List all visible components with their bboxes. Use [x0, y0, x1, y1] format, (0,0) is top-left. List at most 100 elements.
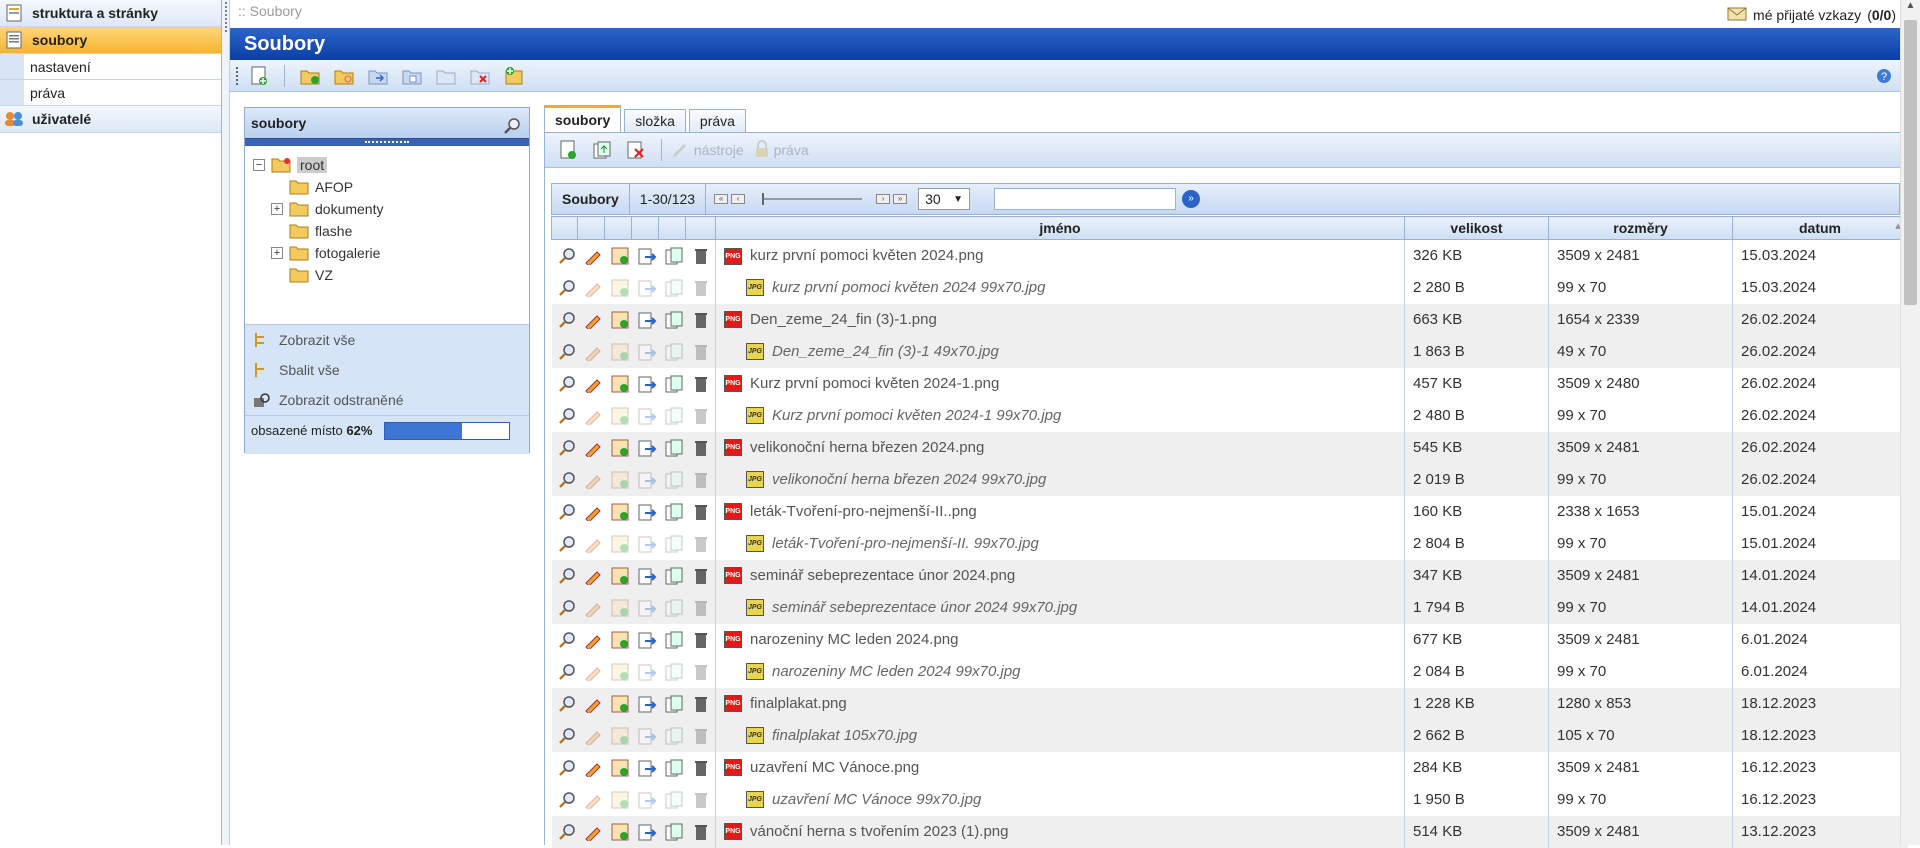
copy-icon[interactable] [663, 469, 685, 491]
scrollbar-thumb[interactable] [1904, 20, 1917, 305]
trash-icon[interactable] [690, 277, 712, 299]
edit-icon[interactable] [582, 501, 604, 523]
trash-icon[interactable] [690, 405, 712, 427]
preview-icon[interactable] [556, 373, 578, 395]
file-name-cell[interactable]: JPG kurz první pomoci květen 2024 99x70.j… [715, 271, 1405, 304]
folder-copy-icon[interactable] [401, 65, 423, 87]
tools-button[interactable]: nástroje [670, 140, 744, 161]
prev-page-icon[interactable]: ‹ [731, 194, 746, 204]
preview-icon[interactable] [556, 533, 578, 555]
trash-icon[interactable] [690, 437, 712, 459]
file-name-cell[interactable]: PNG Den_zeme_24_fin (3)-1.png [715, 303, 1405, 336]
image-edit-icon[interactable] [609, 661, 631, 683]
edit-icon[interactable] [582, 309, 604, 331]
trash-icon[interactable] [690, 789, 712, 811]
move-icon[interactable] [636, 373, 658, 395]
table-row[interactable]: PNG kurz první pomoci květen 2024.png 326 … [552, 239, 1908, 272]
move-icon[interactable] [636, 757, 658, 779]
image-edit-icon[interactable] [609, 629, 631, 651]
folder-up-icon[interactable] [435, 65, 457, 87]
trash-icon[interactable] [690, 725, 712, 747]
edit-icon[interactable] [582, 373, 604, 395]
image-edit-icon[interactable] [609, 693, 631, 715]
tree-node-folder[interactable]: flashe [253, 220, 529, 242]
preview-icon[interactable] [556, 437, 578, 459]
move-icon[interactable] [636, 693, 658, 715]
move-icon[interactable] [636, 533, 658, 555]
table-row[interactable]: JPG Kurz první pomoci květen 2024-1 99x70… [552, 399, 1908, 432]
move-icon[interactable] [636, 661, 658, 683]
collapse-icon[interactable]: − [253, 159, 265, 171]
move-icon[interactable] [636, 309, 658, 331]
move-icon[interactable] [636, 501, 658, 523]
copy-icon[interactable] [663, 661, 685, 683]
table-row[interactable]: PNG Den_zeme_24_fin (3)-1.png 663 KB 1654 x… [551, 303, 1908, 336]
trash-icon[interactable] [690, 661, 712, 683]
preview-icon[interactable] [556, 629, 578, 651]
copy-icon[interactable] [663, 341, 685, 363]
table-row[interactable]: JPG leták-Tvoření-pro-nejmenší-II. 99x70.… [552, 527, 1908, 560]
image-edit-icon[interactable] [609, 309, 631, 331]
image-edit-icon[interactable] [609, 469, 631, 491]
trash-icon[interactable] [690, 565, 712, 587]
upload-files-icon[interactable] [591, 139, 613, 161]
show-deleted-link[interactable]: Zobrazit odstraněné [245, 385, 529, 415]
tree-node-folder[interactable]: VZ [253, 264, 529, 286]
per-page-select[interactable]: 30 ▼ [918, 188, 971, 210]
filter-input[interactable] [994, 188, 1177, 210]
edit-icon[interactable] [582, 725, 604, 747]
image-edit-icon[interactable] [609, 821, 631, 843]
file-name-cell[interactable]: PNG seminář sebeprezentace únor 2024.png [715, 559, 1405, 592]
edit-icon[interactable] [582, 789, 604, 811]
edit-icon[interactable] [582, 629, 604, 651]
file-name-cell[interactable]: PNG kurz první pomoci květen 2024.png [715, 239, 1405, 272]
trash-icon[interactable] [690, 757, 712, 779]
copy-icon[interactable] [663, 309, 685, 331]
image-edit-icon[interactable] [609, 373, 631, 395]
table-row[interactable]: JPG narozeniny MC leden 2024 99x70.jpg 2 0… [552, 655, 1908, 688]
trash-icon[interactable] [690, 597, 712, 619]
move-icon[interactable] [636, 629, 658, 651]
page-scrollbar[interactable]: ▲ [1900, 0, 1920, 845]
preview-icon[interactable] [556, 341, 578, 363]
trash-icon[interactable] [690, 469, 712, 491]
preview-icon[interactable] [556, 501, 578, 523]
new-page-icon[interactable] [248, 65, 270, 87]
copy-icon[interactable] [663, 245, 685, 267]
preview-icon[interactable] [556, 277, 578, 299]
image-edit-icon[interactable] [609, 501, 631, 523]
image-edit-icon[interactable] [609, 437, 631, 459]
tree-node-root[interactable]: − root [253, 154, 529, 176]
tree-node-folder[interactable]: AFOP [253, 176, 529, 198]
file-name-cell[interactable]: JPG Kurz první pomoci květen 2024-1 99x70… [715, 399, 1405, 432]
file-name-cell[interactable]: JPG seminář sebeprezentace únor 2024 99x7… [715, 591, 1405, 624]
file-name-cell[interactable]: JPG finalplakat 105x70.jpg [715, 719, 1405, 752]
table-row[interactable]: JPG kurz první pomoci květen 2024 99x70.j… [552, 271, 1908, 304]
help-icon[interactable]: ? [1876, 68, 1892, 87]
move-icon[interactable] [636, 277, 658, 299]
preview-icon[interactable] [556, 245, 578, 267]
table-row[interactable]: PNG vánoční herna s tvořením 2023 (1).png… [551, 815, 1908, 848]
copy-icon[interactable] [663, 789, 685, 811]
trash-icon[interactable] [690, 629, 712, 651]
copy-icon[interactable] [663, 693, 685, 715]
image-edit-icon[interactable] [609, 245, 631, 267]
preview-icon[interactable] [556, 597, 578, 619]
table-row[interactable]: PNG finalplakat.png 1 228 KB 1280 x 853 18.1… [551, 687, 1908, 720]
folder-upload-icon[interactable] [503, 65, 525, 87]
copy-icon[interactable] [663, 629, 685, 651]
image-edit-icon[interactable] [609, 789, 631, 811]
copy-icon[interactable] [663, 821, 685, 843]
image-edit-icon[interactable] [609, 597, 631, 619]
edit-icon[interactable] [582, 533, 604, 555]
copy-icon[interactable] [663, 501, 685, 523]
table-row[interactable]: JPG uzavření MC Vánoce 99x70.jpg 1 950 B 99… [552, 783, 1908, 816]
nav-sub-rights[interactable]: práva [0, 80, 221, 106]
move-icon[interactable] [636, 725, 658, 747]
file-name-cell[interactable]: PNG leták-Tvoření-pro-nejmenší-II..png [715, 495, 1405, 528]
nav-structure[interactable]: struktura a stránky [0, 0, 221, 27]
copy-icon[interactable] [663, 533, 685, 555]
preview-icon[interactable] [556, 725, 578, 747]
edit-icon[interactable] [582, 693, 604, 715]
file-name-cell[interactable]: PNG finalplakat.png [715, 687, 1405, 720]
